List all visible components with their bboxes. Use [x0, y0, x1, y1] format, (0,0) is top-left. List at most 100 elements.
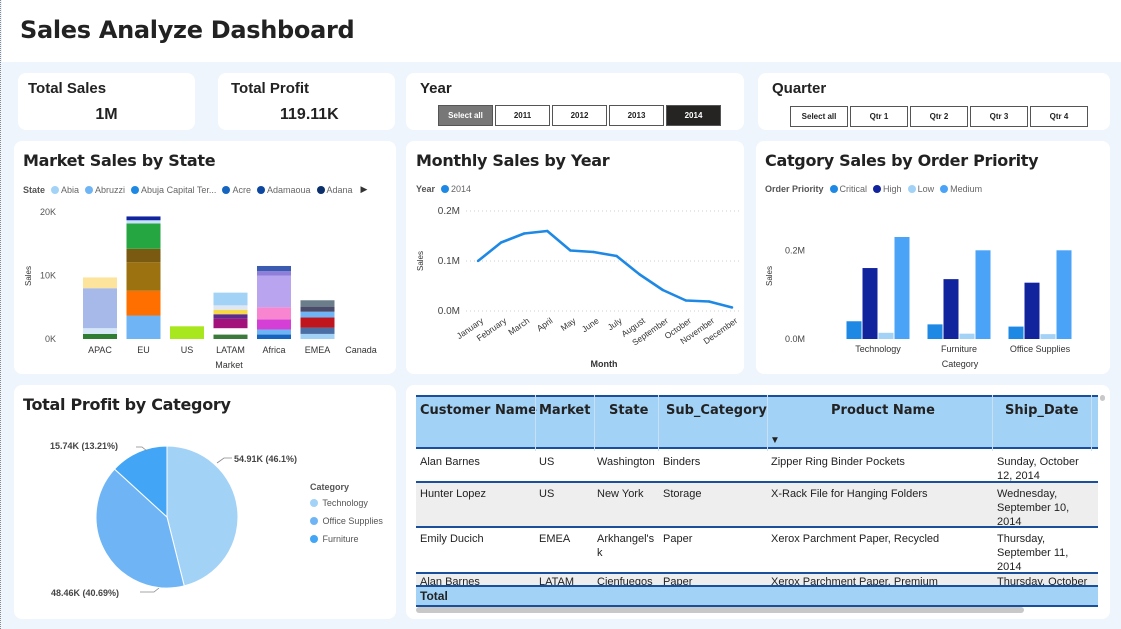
bar-segment: [126, 290, 161, 316]
sort-desc-icon[interactable]: ▼: [770, 435, 780, 446]
horizontal-scrollbar[interactable]: [416, 607, 1024, 613]
bar-segment: [300, 333, 335, 339]
quarter-select-all-button[interactable]: Select all: [790, 106, 848, 127]
quarter-q3-button[interactable]: Qtr 3: [970, 106, 1028, 127]
bar-segment: [126, 262, 161, 291]
data-point: [707, 300, 711, 303]
x-tick-label: April: [535, 315, 555, 333]
total-sales-value: 1M: [95, 106, 118, 123]
cell-ship-date: Thursday, October: [997, 576, 1088, 585]
series-line-2014: [477, 229, 733, 309]
leader-line: [140, 587, 160, 593]
quarter-slicer: Quarter Select all Qtr 1 Qtr 2 Qtr 3 Qtr…: [758, 73, 1110, 130]
legend-label: Office Supplies: [322, 516, 383, 526]
x-tick-label: APAC: [88, 345, 112, 355]
cell-market: EMEA: [539, 533, 571, 545]
quarter-q2-button[interactable]: Qtr 2: [910, 106, 968, 127]
y-tick-label: 0.1M: [438, 256, 460, 267]
table-row[interactable]: Emily Ducich EMEA Arkhangel's k Paper Xe…: [416, 528, 1098, 574]
market-chart-plot: 20K 10K 0K APAC EU US LATAM Africa EMEA Canada S…: [24, 207, 377, 370]
table-row[interactable]: Alan Barnes US Washington Binders Zipper…: [416, 451, 1098, 483]
bar-segment: [213, 334, 248, 339]
data-point: [546, 229, 549, 233]
header-customer-name[interactable]: Customer Name: [420, 403, 537, 418]
pie-label-furniture: 15.74K (13.21%): [50, 441, 118, 451]
x-tick-label: LATAM: [216, 345, 245, 355]
priority-y-axis-label: Sales: [765, 266, 774, 286]
bar-segment: [126, 220, 161, 224]
legend-item[interactable]: Office Supplies: [310, 516, 383, 526]
cell-state: Washington: [597, 456, 655, 468]
x-tick-label: Canada: [345, 345, 377, 355]
orders-table: Customer Name Market State Sub_Category …: [416, 395, 1098, 607]
data-point: [684, 299, 688, 302]
header-product-name[interactable]: Product Name: [831, 403, 935, 418]
bar-low: [878, 332, 894, 339]
cell-state: New York: [597, 488, 644, 500]
cell-product: Xerox Parchment Paper, Premium: [771, 576, 938, 585]
bar-segment: [257, 334, 291, 339]
table-row[interactable]: Alan Barnes LATAM Cienfuegos Paper Xerox…: [416, 574, 1098, 585]
year-2014-button[interactable]: 2014: [666, 105, 721, 126]
x-tick-label: EMEA: [305, 345, 331, 355]
total-sales-card: Total Sales 1M: [18, 73, 195, 130]
data-point: [569, 249, 572, 252]
total-sales-label: Total Sales: [28, 80, 107, 97]
priority-chart-plot: 0.2M 0.0M Technology Furniture Office Suppl…: [765, 237, 1072, 369]
bar-segment: [126, 248, 161, 263]
header-state[interactable]: State: [609, 403, 648, 418]
bar-medium: [894, 237, 910, 339]
bar-segment: [126, 216, 161, 221]
orders-table-card: Customer Name Market State Sub_Category …: [406, 385, 1110, 619]
year-2013-button[interactable]: 2013: [609, 105, 664, 126]
profit-category-card: Total Profit by Category 54.91K (46.1%) …: [14, 385, 396, 619]
data-point: [499, 241, 503, 244]
vertical-scrollbar[interactable]: [1100, 395, 1105, 401]
bar-segment: [257, 329, 291, 335]
legend-item[interactable]: Technology: [310, 498, 383, 508]
bar-segment: [300, 311, 335, 318]
bar-segment: [257, 307, 291, 320]
header-market[interactable]: Market: [539, 403, 590, 418]
legend-label: Technology: [322, 498, 368, 508]
cell-ship-date: Thursday, September 11, 2014: [997, 533, 1069, 573]
table-row[interactable]: Hunter Lopez US New York Storage X-Rack …: [416, 483, 1098, 528]
cell-ship-date: Wednesday, September 10, 2014: [997, 488, 1070, 528]
data-point: [661, 288, 664, 292]
quarter-slicer-title: Quarter: [772, 80, 827, 97]
bar-segment: [126, 223, 161, 249]
y-tick-label: 0.2M: [438, 206, 460, 217]
monthly-chart-plot: 0.2M0.1M0.0M JanuaryFebruaryMarch April Ma…: [416, 206, 739, 369]
monthly-sales-card: Monthly Sales by Year Year 2014 0.2M 0.1M…: [406, 141, 744, 374]
page-header: Sales Analyze Dashboard: [2, 0, 1121, 62]
year-select-all-button[interactable]: Select all: [438, 105, 493, 126]
market-x-axis-label: Market: [215, 360, 243, 370]
legend-label: Furniture: [322, 534, 359, 544]
header-ship-date[interactable]: Ship_Date: [1005, 403, 1078, 418]
cell-subcategory: Paper: [663, 533, 693, 545]
bar-segment: [257, 265, 291, 272]
x-tick-label: Furniture: [941, 344, 977, 354]
bar-segment: [213, 309, 248, 315]
legend-dot: [310, 517, 318, 525]
quarter-q4-button[interactable]: Qtr 4: [1030, 106, 1088, 127]
page-title: Sales Analyze Dashboard: [20, 16, 355, 44]
y-tick-label: 0.0M: [785, 334, 805, 344]
bar-medium: [1056, 250, 1072, 339]
year-2012-button[interactable]: 2012: [552, 105, 607, 126]
total-label: Total: [420, 589, 448, 603]
year-2011-button[interactable]: 2011: [495, 105, 550, 126]
bar-segment: [300, 317, 335, 328]
quarter-q1-button[interactable]: Qtr 1: [850, 106, 908, 127]
bar-segment: [213, 314, 248, 319]
legend-item[interactable]: Furniture: [310, 534, 383, 544]
table-header: Customer Name Market State Sub_Category …: [416, 395, 1098, 449]
x-tick-label: Office Supplies: [1010, 344, 1071, 354]
priority-x-axis-label: Category: [942, 359, 979, 369]
y-tick-label: 0.2M: [785, 245, 805, 255]
bar-segment: [257, 319, 291, 330]
header-sub-category[interactable]: Sub_Category: [666, 403, 767, 418]
bar-segment: [83, 328, 117, 334]
cell-state: Cienfuegos: [597, 576, 653, 585]
leader-line: [216, 457, 232, 464]
